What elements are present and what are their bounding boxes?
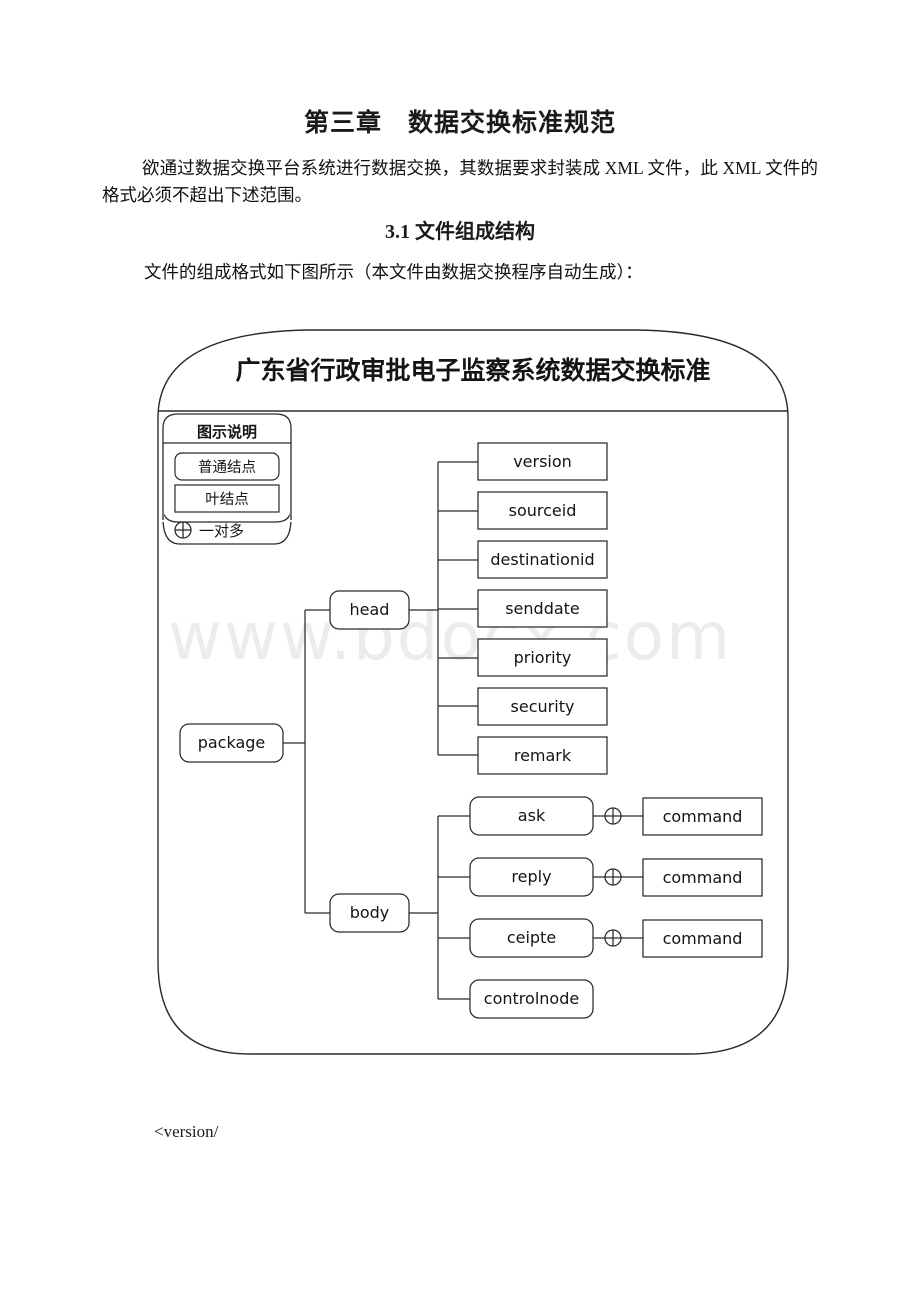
node-body-label: body [350, 903, 390, 922]
node-senddate[interactable]: senddate [477, 589, 608, 628]
node-destinationid[interactable]: destinationid [477, 540, 608, 579]
node-remark[interactable]: remark [477, 736, 608, 775]
plus-circle-icon [174, 521, 192, 539]
node-command-reply[interactable]: command [642, 858, 763, 897]
node-security-label: security [511, 697, 575, 716]
node-command-ask-label: command [663, 807, 743, 826]
node-remark-label: remark [514, 746, 572, 765]
one-to-many-icon-reply [604, 868, 622, 886]
node-command-ceipte-label: command [663, 929, 743, 948]
node-ceipte[interactable]: ceipte [469, 918, 594, 958]
node-ask[interactable]: ask [469, 796, 594, 836]
node-package-label: package [198, 733, 266, 752]
section-title: 3.1 文件组成结构 [385, 221, 535, 243]
node-reply-label: reply [511, 867, 551, 886]
legend-heading: 图示说明 [197, 423, 257, 441]
legend-one-to-many-label: 一对多 [199, 523, 244, 540]
node-package[interactable]: package [179, 723, 284, 763]
node-priority-label: priority [514, 648, 572, 667]
intro-paragraph: 欲通过数据交换平台系统进行数据交换，其数据要求封装成 XML 文件，此 XML … [102, 158, 818, 205]
one-to-many-icon-ask [604, 807, 622, 825]
node-controlnode[interactable]: controlnode [469, 979, 594, 1019]
legend-leaf-node-label: 叶结点 [205, 491, 249, 508]
node-sourceid-label: sourceid [509, 501, 577, 520]
node-priority[interactable]: priority [477, 638, 608, 677]
legend-frame: 图示说明 普通结点 叶结点 一对多 [161, 413, 293, 545]
chapter-title: 第三章 数据交换标准规范 [0, 103, 920, 139]
node-reply[interactable]: reply [469, 857, 594, 897]
node-senddate-label: senddate [505, 599, 580, 618]
diagram-title: 广东省行政审批电子监察系统数据交换标准 [235, 356, 710, 385]
node-sourceid[interactable]: sourceid [477, 491, 608, 530]
node-head[interactable]: head [329, 590, 410, 630]
figure-caption-paragraph: 文件的组成格式如下图所示（本文件由数据交换程序自动生成）： [144, 262, 643, 282]
structure-diagram: 广东省行政审批电子监察系统数据交换标准 图示说明 普通结点 叶结点 一对多 pa… [150, 322, 798, 1062]
node-ask-label: ask [518, 806, 546, 825]
document-page: 第三章 数据交换标准规范 欲通过数据交换平台系统进行数据交换，其数据要求封装成 X… [0, 0, 920, 1302]
node-version-label: version [513, 452, 572, 471]
bottom-code-text: <version/ [154, 1122, 219, 1141]
legend-normal-node-label: 普通结点 [198, 459, 256, 476]
node-destinationid-label: destinationid [490, 550, 594, 569]
one-to-many-icon-ceipte [604, 929, 622, 947]
chapter-name: 数据交换标准规范 [408, 110, 617, 137]
node-head-label: head [350, 600, 390, 619]
chapter-number: 第三章 [303, 110, 382, 137]
node-version[interactable]: version [477, 442, 608, 481]
node-ceipte-label: ceipte [507, 928, 556, 947]
node-body[interactable]: body [329, 893, 410, 933]
node-command-ceipte[interactable]: command [642, 919, 763, 958]
node-command-reply-label: command [663, 868, 743, 887]
node-command-ask[interactable]: command [642, 797, 763, 836]
node-security[interactable]: security [477, 687, 608, 726]
node-controlnode-label: controlnode [484, 989, 579, 1008]
